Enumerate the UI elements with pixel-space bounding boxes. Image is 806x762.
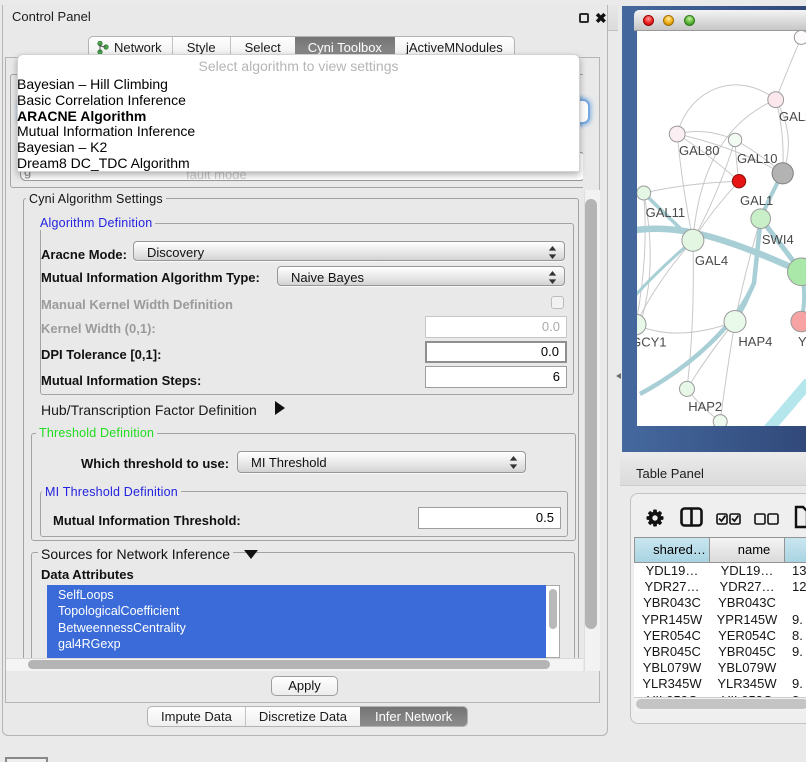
svg-text:YJ: YJ [798, 334, 806, 349]
svg-text:GAL80: GAL80 [679, 143, 719, 158]
svg-text:GAL10: GAL10 [737, 151, 777, 166]
svg-text:SWI4: SWI4 [762, 232, 794, 247]
svg-text:GAL4: GAL4 [695, 253, 728, 268]
svg-text:GCY1: GCY1 [637, 335, 667, 350]
svg-text:HAP2: HAP2 [688, 399, 722, 414]
svg-text:GAL11: GAL11 [646, 205, 686, 220]
svg-text:HAP4: HAP4 [738, 334, 772, 349]
svg-text:GAL2: GAL2 [779, 109, 806, 124]
svg-text:GAL1: GAL1 [740, 193, 773, 208]
